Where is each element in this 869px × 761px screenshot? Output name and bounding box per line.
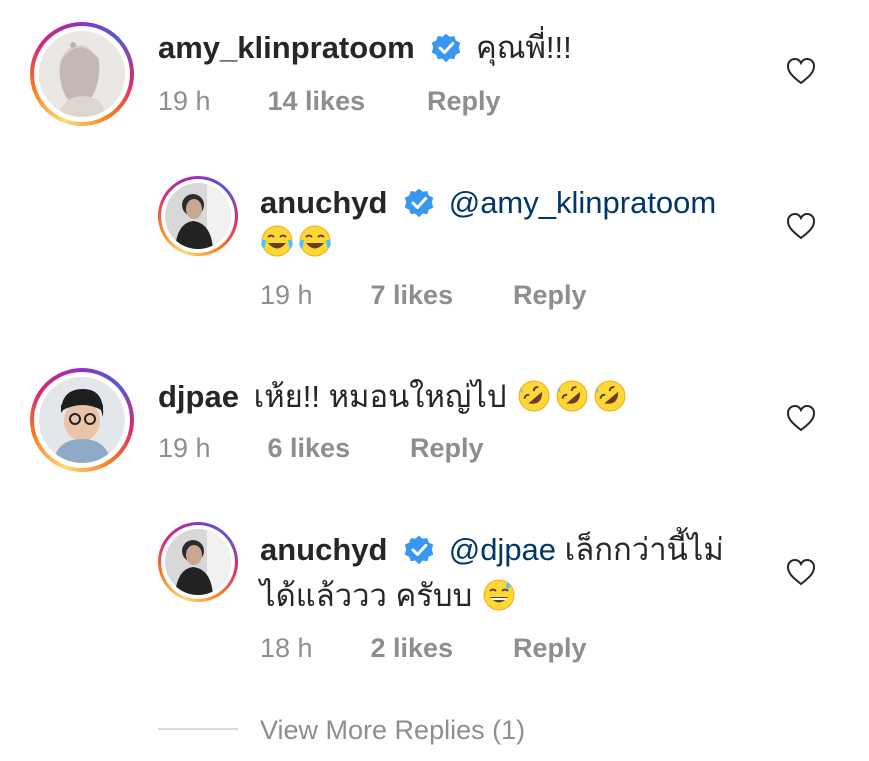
comment-likes[interactable]: 2 likes	[371, 631, 506, 665]
reply-button[interactable]: Reply	[427, 84, 501, 118]
comment-likes[interactable]: 6 likes	[268, 431, 403, 465]
rolling-on-floor-laughing-icon	[556, 380, 588, 412]
comment-time: 19 h	[158, 86, 211, 116]
comment-likes[interactable]: 14 likes	[268, 84, 420, 118]
reply-button[interactable]: Reply	[513, 631, 587, 665]
avatar[interactable]	[158, 176, 238, 256]
avatar[interactable]	[30, 368, 134, 472]
face-with-tears-of-joy-icon	[261, 225, 293, 257]
grinning-face-with-sweat-icon	[483, 579, 515, 611]
comment-likes[interactable]: 7 likes	[371, 278, 506, 312]
comment-username[interactable]: anuchyd	[260, 185, 387, 220]
comment-username[interactable]: amy_klinpratoom	[158, 30, 415, 65]
avatar[interactable]	[30, 22, 134, 126]
comment-time: 19 h	[158, 433, 211, 463]
comment-username[interactable]: anuchyd	[260, 532, 387, 567]
comment-text: ได้แล้ววว ครับบ	[260, 578, 473, 613]
comment-username[interactable]: djpae	[158, 379, 239, 414]
comment-text: เห้ย!! หมอนใหญ่ไป	[253, 379, 507, 414]
reply-button[interactable]: Reply	[513, 278, 587, 312]
comment-time: 19 h	[260, 280, 313, 310]
comment-time: 18 h	[260, 633, 313, 663]
view-more-replies-button[interactable]: View More Replies (1)	[260, 713, 525, 747]
comment-text: เล็กกว่านี้ไม่	[564, 532, 724, 567]
heart-icon[interactable]	[786, 212, 816, 240]
reply-button[interactable]: Reply	[410, 431, 484, 465]
heart-icon[interactable]	[786, 404, 816, 432]
comment-text: คุณพี่!!!	[475, 30, 572, 65]
heart-icon[interactable]	[786, 57, 816, 85]
mention-link[interactable]: @amy_klinpratoom	[449, 185, 717, 220]
face-with-tears-of-joy-icon	[299, 225, 331, 257]
rolling-on-floor-laughing-icon	[594, 380, 626, 412]
rolling-on-floor-laughing-icon	[518, 380, 550, 412]
verified-badge-icon	[404, 535, 434, 565]
avatar[interactable]	[158, 522, 238, 602]
view-more-divider	[158, 728, 238, 730]
verified-badge-icon	[404, 188, 434, 218]
verified-badge-icon	[432, 33, 461, 63]
heart-icon[interactable]	[786, 558, 816, 586]
mention-link[interactable]: @djpae	[449, 532, 556, 567]
